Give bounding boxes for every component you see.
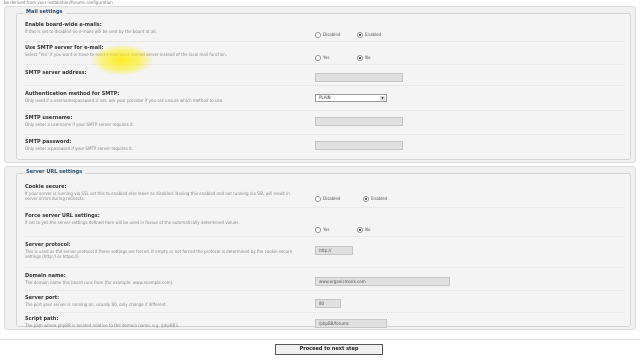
server-name-label: Domain name: [25, 273, 66, 279]
smtp-password-input[interactable] [315, 141, 403, 150]
chevron-down-icon[interactable]: ▼ [380, 96, 385, 100]
smtp-host-label: SMTP server address: [25, 70, 87, 76]
row-cookie-secure: Cookie secure: If your server is running… [25, 182, 624, 208]
radio-selected-icon[interactable] [357, 226, 363, 233]
cursor-highlight [92, 45, 152, 75]
smtp-password-desc: Only enter a password if your SMTP serve… [25, 146, 133, 151]
script-path-input[interactable]: /phpBB/forums [315, 319, 387, 328]
mail-settings-legend: Mail settings [23, 9, 66, 15]
row-smtp-username: SMTP username: Only enter a username if … [25, 113, 624, 135]
radio-selected-icon[interactable] [357, 54, 363, 61]
row-server-port: Server port: The port your server is run… [25, 293, 624, 313]
radio-icon[interactable] [315, 31, 321, 38]
row-server-protocol: Server protocol: This is used as the ser… [25, 240, 624, 268]
server-name-input[interactable]: www.organicmonk.com [315, 277, 450, 286]
script-path-desc: The path where phpBB is located relative… [25, 323, 180, 328]
force-server-vars-label: Force server URL settings: [25, 213, 100, 219]
cookie-secure-label: Cookie secure: [25, 184, 67, 190]
use-smtp-option-no[interactable]: No [357, 47, 370, 61]
server-port-input[interactable]: 80 [315, 299, 341, 308]
force-server-vars-option-no[interactable]: No [357, 219, 370, 233]
server-protocol-label: Server protocol: [25, 242, 71, 248]
server-port-label: Server port: [25, 295, 60, 301]
bottom-divider [0, 339, 640, 340]
force-server-vars-option-yes[interactable]: Yes [315, 219, 329, 233]
row-enable-email: Enable board-wide e-mails: If this is se… [25, 20, 624, 42]
server-url-settings-panel: Server URL settings Cookie secure: If yo… [4, 166, 636, 330]
smtp-username-input[interactable] [315, 117, 403, 126]
proceed-button[interactable]: Proceed to next step [275, 344, 383, 355]
cookie-secure-option-enabled[interactable]: Enabled [363, 188, 387, 202]
enable-email-option-enabled[interactable]: Enabled [357, 24, 381, 38]
enable-email-label: Enable board-wide e-mails: [25, 22, 102, 28]
use-smtp-desc: Select "Yes" if you want or have to send… [25, 52, 227, 57]
cookie-secure-desc: If your server is running via SSL set th… [25, 191, 290, 201]
row-server-name: Domain name: The domain name this board … [25, 271, 624, 291]
mail-settings-panel: Mail settings Enable board-wide e-mails:… [4, 6, 636, 163]
server-url-settings-legend: Server URL settings [23, 169, 86, 175]
smtp-host-input[interactable] [315, 73, 403, 82]
use-smtp-option-yes[interactable]: Yes [315, 47, 329, 61]
server-url-settings-fieldset: Server URL settings Cookie secure: If yo… [16, 169, 631, 328]
cookie-secure-option-disabled[interactable]: Disabled [315, 188, 340, 202]
row-smtp-auth: Authentication method for SMTP: Only use… [25, 89, 624, 111]
row-script-path: Script path: The path where phpBB is loc… [25, 314, 624, 332]
server-name-desc: The domain name this board runs from (fo… [25, 280, 174, 285]
server-port-desc: The port your server is running on, usua… [25, 302, 167, 307]
script-path-label: Script path: [25, 316, 59, 322]
enable-email-desc: If this is set to disabled no e-mails wi… [25, 29, 157, 34]
radio-icon[interactable] [315, 195, 321, 202]
enable-email-option-disabled[interactable]: Disabled [315, 24, 340, 38]
row-force-server-vars: Force server URL settings: If set to yes… [25, 211, 624, 237]
smtp-auth-select[interactable]: PLAIN ▼ [315, 94, 387, 102]
radio-selected-icon[interactable] [357, 31, 363, 38]
radio-icon[interactable] [315, 226, 321, 233]
smtp-username-desc: Only enter a username if your SMTP serve… [25, 122, 135, 127]
smtp-auth-desc: Only used if a username/password is set,… [25, 98, 224, 103]
force-server-vars-desc: If set to yes the server settings define… [25, 220, 240, 225]
radio-icon[interactable] [315, 54, 321, 61]
radio-selected-icon[interactable] [363, 195, 369, 202]
smtp-username-label: SMTP username: [25, 115, 73, 121]
row-smtp-password: SMTP password: Only enter a password if … [25, 137, 624, 159]
smtp-auth-label: Authentication method for SMTP: [25, 91, 120, 97]
server-protocol-desc: This is used as the server protocol if t… [25, 249, 293, 259]
mail-settings-fieldset: Mail settings Enable board-wide e-mails:… [16, 9, 631, 160]
smtp-password-label: SMTP password: [25, 139, 72, 145]
server-protocol-input[interactable]: http:// [315, 246, 353, 255]
use-smtp-label: Use SMTP server for e-mail: [25, 45, 104, 51]
